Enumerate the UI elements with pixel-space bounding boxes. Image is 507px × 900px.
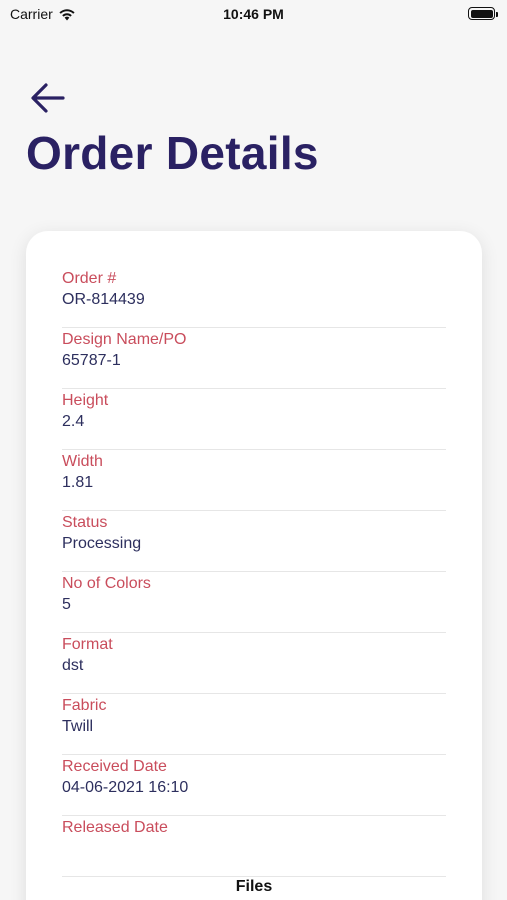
field-label: Fabric: [62, 697, 107, 714]
field-label: Width: [62, 453, 103, 470]
arrow-left-icon: [31, 83, 65, 113]
field-value: [62, 838, 446, 859]
field-width: Width 1.81: [62, 450, 446, 511]
field-value: 1.81: [62, 474, 94, 491]
page-title: Order Details: [26, 127, 319, 179]
field-value: Processing: [62, 535, 142, 552]
field-received-date: Received Date 04-06-2021 16:10: [62, 755, 446, 816]
field-label: Order #: [62, 270, 117, 287]
field-value: 2.4: [62, 413, 85, 430]
field-value: 04-06-2021 16:10: [62, 779, 189, 796]
field-fabric: Fabric Twill: [62, 694, 446, 755]
field-label: Released Date: [62, 819, 168, 836]
status-bar: Carrier 10:46 PM: [0, 0, 507, 30]
back-button[interactable]: [30, 80, 70, 116]
field-no-of-colors: No of Colors 5: [62, 572, 446, 633]
field-value: Twill: [62, 718, 94, 735]
field-format: Format dst: [62, 633, 446, 694]
field-label: Received Date: [62, 758, 167, 775]
field-label: Status: [62, 514, 108, 531]
field-value: OR-814439: [62, 291, 145, 308]
field-design-name: Design Name/PO 65787-1: [62, 328, 446, 389]
field-label: Height: [62, 392, 109, 409]
order-details-card: Order # OR-814439 Design Name/PO 65787-1…: [26, 231, 482, 900]
status-time: 10:46 PM: [223, 6, 284, 22]
field-status: Status Processing: [62, 511, 446, 572]
screen: Carrier 10:46 PM Order Details Order # O…: [0, 0, 507, 900]
field-label: Design Name/PO: [62, 331, 187, 348]
field-value: 5: [62, 596, 71, 613]
battery-tip: [495, 11, 498, 17]
details-list: Order # OR-814439 Design Name/PO 65787-1…: [62, 267, 446, 877]
field-height: Height 2.4: [62, 389, 446, 450]
files-section-title: Files: [235, 878, 273, 895]
field-label: Format: [62, 636, 113, 653]
field-released-date: Released Date: [62, 816, 446, 877]
field-value: dst: [62, 657, 84, 674]
field-value: 65787-1: [62, 352, 121, 369]
battery-icon: [468, 7, 498, 20]
field-order-number: Order # OR-814439: [62, 267, 446, 328]
battery-level: [470, 9, 493, 18]
field-label: No of Colors: [62, 575, 151, 592]
